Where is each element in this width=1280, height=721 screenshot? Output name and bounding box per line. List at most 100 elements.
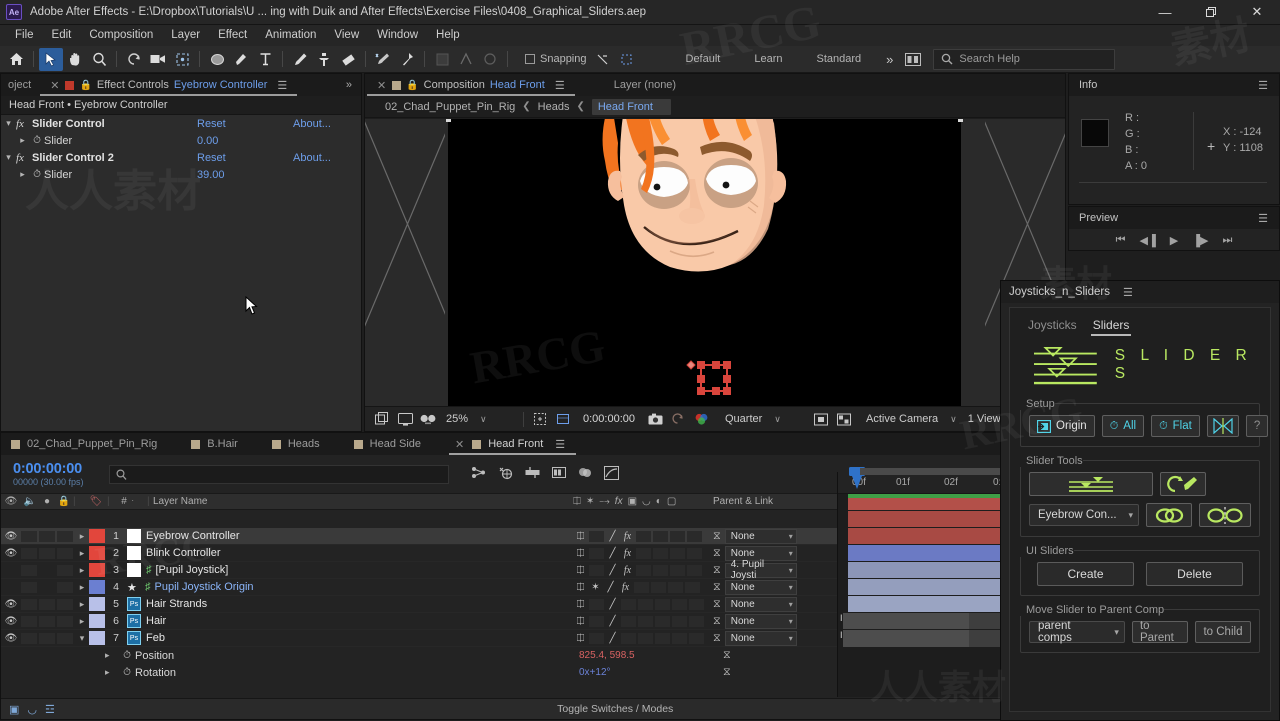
chevron-down-icon[interactable]: ▾: [75, 633, 89, 644]
layer-name[interactable]: Hair Strands: [146, 598, 207, 610]
switch-blank[interactable]: [638, 598, 653, 610]
parent-switch-icon[interactable]: ⎅: [573, 548, 588, 559]
chevron-right-icon[interactable]: ▸: [15, 135, 30, 146]
transparency-checkerboard-icon[interactable]: [833, 409, 855, 429]
parent-pick-whip-icon[interactable]: ⧖: [713, 530, 721, 543]
close-icon[interactable]: ✕: [377, 79, 386, 92]
solo-cell[interactable]: [39, 598, 55, 610]
effect-header-row[interactable]: ▾ fx Slider Control 2 Reset About...: [1, 149, 361, 166]
quality-switch-icon[interactable]: ╱: [605, 616, 620, 627]
canvas-handle-tr[interactable]: [958, 119, 963, 122]
lock-cell[interactable]: [57, 615, 73, 627]
property-expression-value[interactable]: 825.4, 598.5: [579, 650, 635, 661]
workspace-menu-icon[interactable]: [901, 48, 925, 71]
tab-comp-heads[interactable]: Heads: [262, 433, 330, 455]
snap-bbox-icon[interactable]: [615, 48, 639, 71]
effect-property-row[interactable]: ▸ ⏱ Slider 0.00: [1, 132, 361, 149]
menu-layer[interactable]: Layer: [162, 25, 209, 46]
snapshot-camera-icon[interactable]: [644, 409, 666, 429]
switch-blank[interactable]: [655, 632, 670, 644]
create-button[interactable]: Create: [1037, 562, 1134, 586]
snapping-checkbox[interactable]: [525, 54, 535, 64]
layer-name[interactable]: Feb: [146, 632, 165, 644]
label-color-swatch[interactable]: [89, 597, 105, 611]
visibility-toggle-icon[interactable]: 👁: [1, 548, 21, 559]
switch-blank[interactable]: [621, 615, 636, 627]
graph-editor-toggle-icon[interactable]: [525, 466, 540, 482]
current-time-display[interactable]: 0:00:00:00: [575, 413, 643, 425]
to-child-button[interactable]: to Child: [1194, 621, 1251, 643]
chevron-right-icon[interactable]: ▸: [75, 616, 89, 627]
audio-cell[interactable]: [21, 632, 37, 644]
parent-switch-icon[interactable]: ⎅: [573, 633, 588, 644]
roto-brush-tool-icon[interactable]: [371, 48, 395, 71]
quality-switch-icon[interactable]: ╱: [605, 565, 620, 576]
panel-menu-icon[interactable]: ☰: [550, 79, 570, 92]
parent-switch-icon[interactable]: ⎅: [573, 599, 588, 610]
parent-switch-icon[interactable]: ⎅: [573, 616, 588, 627]
misc-tool-1-icon[interactable]: [430, 48, 454, 71]
brush-tool-icon[interactable]: [288, 48, 312, 71]
lock-cell[interactable]: [57, 547, 73, 559]
parent-pick-whip-icon[interactable]: ⧖: [713, 581, 721, 594]
puppet-pin-tool-icon[interactable]: [395, 48, 419, 71]
stopwatch-icon[interactable]: ⏱: [119, 650, 135, 661]
chevron-right-icon[interactable]: ▸: [75, 531, 89, 542]
composition-viewer[interactable]: [365, 119, 1065, 406]
switch-blank[interactable]: [672, 632, 687, 644]
layer-name[interactable]: Hair: [146, 615, 166, 627]
label-color-swatch[interactable]: [89, 546, 105, 560]
panel-menu-icon[interactable]: ☰: [1253, 79, 1273, 92]
switch-blank[interactable]: [638, 632, 653, 644]
effect-reset-link[interactable]: Reset: [197, 118, 226, 130]
hand-tool-icon[interactable]: [63, 48, 87, 71]
origin-button[interactable]: Origin: [1029, 415, 1095, 437]
solo-cell[interactable]: [39, 547, 55, 559]
split-sliders-button[interactable]: [1199, 503, 1251, 527]
menu-help[interactable]: Help: [427, 25, 469, 46]
chevron-right-icon[interactable]: ▸: [75, 599, 89, 610]
audio-cell[interactable]: [21, 530, 37, 542]
switch-blank[interactable]: [653, 547, 668, 559]
motion-blur-status-icon[interactable]: ◡: [27, 703, 37, 716]
motion-blur-icon[interactable]: [552, 466, 566, 482]
header-layer-name[interactable]: Layer Name: [153, 496, 207, 507]
switch-blank[interactable]: [685, 581, 700, 593]
main-viewer-icon[interactable]: [394, 409, 416, 429]
layer-name[interactable]: Pupil Joystick Origin: [155, 581, 254, 593]
mirror-button[interactable]: [1206, 415, 1239, 437]
transparency-grid-icon[interactable]: [552, 409, 574, 429]
visibility-toggle-icon[interactable]: 👁: [1, 633, 21, 644]
zoom-level-select[interactable]: 25% ∨: [440, 410, 518, 429]
home-icon[interactable]: [4, 48, 28, 71]
camera-tool-icon[interactable]: [146, 48, 170, 71]
switch-blank[interactable]: [589, 615, 604, 627]
quality-switch-icon[interactable]: ╱: [603, 582, 618, 593]
effect-about-link[interactable]: About...: [293, 118, 331, 130]
quality-switch-icon[interactable]: ╱: [605, 531, 620, 542]
lock-cell[interactable]: [57, 581, 73, 593]
switch-blank[interactable]: [589, 632, 604, 644]
quality-switch-icon[interactable]: ╱: [605, 548, 620, 559]
tab-effect-controls[interactable]: ✕ 🔒 Effect Controls Eyebrow Controller ☰: [38, 74, 299, 96]
solo-cell[interactable]: [39, 530, 55, 542]
3d-glasses-icon[interactable]: [417, 409, 439, 429]
effect-property-row[interactable]: ▸ ⏱ Slider 39.00: [1, 166, 361, 183]
fx-switch-icon[interactable]: fx: [620, 531, 635, 542]
flat-button[interactable]: ⏱ Flat: [1151, 415, 1200, 437]
visibility-toggle-icon[interactable]: 👁: [1, 616, 21, 627]
parent-pick-whip-icon[interactable]: ⧖: [713, 615, 721, 628]
effect-reset-link[interactable]: Reset: [197, 152, 226, 164]
parent-select[interactable]: None ▾: [724, 528, 797, 544]
switch-blank[interactable]: [687, 564, 702, 576]
all-button[interactable]: ⏱ All: [1101, 415, 1145, 437]
switch-blank[interactable]: [687, 530, 702, 542]
chevron-right-icon[interactable]: ▸: [75, 548, 89, 559]
parent-pick-whip-icon[interactable]: ⧖: [713, 564, 721, 577]
switch-blank[interactable]: [589, 547, 604, 559]
switch-blank[interactable]: [589, 598, 604, 610]
parent-pick-whip-icon[interactable]: ⧖: [713, 547, 721, 560]
snapping-toggle[interactable]: Snapping: [525, 53, 587, 65]
panel-menu-icon[interactable]: ☰: [550, 438, 570, 451]
parent-pick-whip-icon[interactable]: ⧖: [713, 632, 721, 645]
